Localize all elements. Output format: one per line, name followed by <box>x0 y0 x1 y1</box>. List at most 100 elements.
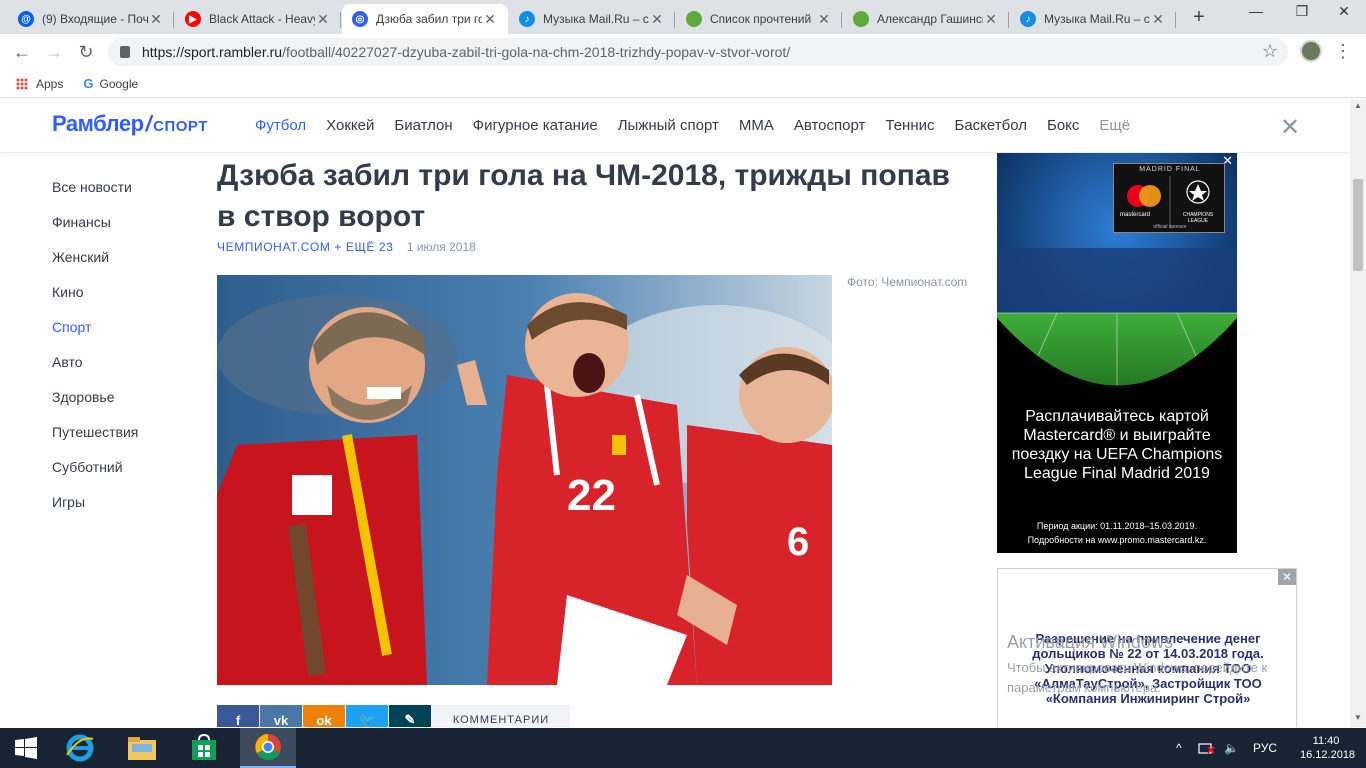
champions-league-label: CHAMPIONS LEAGUE <box>1182 212 1214 224</box>
network-icon[interactable] <box>1198 728 1216 768</box>
clock-date: 16.12.2018 <box>1300 749 1356 761</box>
nav-item[interactable]: Автоспорт <box>794 117 866 134</box>
tab-title: Музыка Mail.Ru – слушать <box>1044 12 1150 26</box>
store-icon[interactable] <box>178 728 230 768</box>
nav-item[interactable]: Фигурное катание <box>473 117 598 134</box>
language-indicator[interactable]: РУС <box>1253 728 1277 768</box>
web-page: Рамблер/СПОРТ Футбол Хоккей Биатлон Фигурно… <box>0 99 1350 727</box>
tab-close-icon[interactable]: ✕ <box>983 11 999 28</box>
address-bar[interactable]: https://sport.rambler.ru/football/402270… <box>108 38 1288 66</box>
article-meta: ЧЕМПИОНАТ.COM + ЕЩЁ 23 1 июля 2018 <box>217 240 476 254</box>
nav-item[interactable]: Хоккей <box>326 117 374 134</box>
comments-button[interactable]: КОММЕНТАРИИ <box>432 705 570 727</box>
mastercard-ad[interactable]: ✕ MADRID FINAL mastercard CHAMPIONS LEAG… <box>997 153 1237 553</box>
browser-tab[interactable]: @ (9) Входящие - Почта✕ <box>8 4 174 34</box>
article-source-link[interactable]: ЧЕМПИОНАТ.COM + ЕЩЁ 23 <box>217 240 393 254</box>
forward-arrow-icon[interactable]: → <box>42 40 66 64</box>
tab-separator <box>340 12 341 28</box>
tab-separator <box>173 12 174 28</box>
page-scrollbar[interactable]: ▲ ▼ <box>1350 99 1366 727</box>
profile-avatar[interactable] <box>1300 40 1322 62</box>
volume-icon[interactable]: 🔈 <box>1224 728 1239 768</box>
scrollbar-thumb[interactable] <box>1353 179 1363 271</box>
new-tab-button[interactable]: + <box>1186 6 1212 30</box>
nav-item[interactable]: Теннис <box>885 117 934 134</box>
windows-activation-title: Активация Windows <box>1007 632 1173 652</box>
tab-close-icon[interactable]: ✕ <box>816 11 832 28</box>
tab-separator <box>674 12 675 28</box>
browser-tab[interactable]: ♪ Музыка Mail.Ru – слушать✕ <box>1010 4 1176 34</box>
bookmark-google[interactable]: G Google <box>83 76 138 91</box>
sport-nav: Футбол Хоккей Биатлон Фигурное катание Лыжны… <box>255 117 1150 134</box>
nav-item[interactable]: Футбол <box>255 117 306 134</box>
article-date: 1 июля 2018 <box>406 240 476 254</box>
scroll-down-icon[interactable]: ▼ <box>1354 713 1362 722</box>
nav-item[interactable]: MMA <box>739 117 774 134</box>
nav-item[interactable]: Ещё <box>1099 117 1130 134</box>
bookmark-apps[interactable]: Apps <box>16 77 63 91</box>
tab-title: (9) Входящие - Почта <box>42 12 148 26</box>
bookmark-star-icon[interactable]: ☆ <box>1262 41 1278 62</box>
sponsor-badge: MADRID FINAL mastercard CHAMPIONS LEAGUE… <box>1113 163 1225 233</box>
browser-tab[interactable]: ♪ Музыка Mail.Ru – слушать✕ <box>509 4 675 34</box>
ad-close-icon[interactable]: ✕ <box>1278 569 1296 585</box>
browser-tab[interactable]: Список прочтений ✕ <box>676 4 842 34</box>
bookmark-label: Apps <box>36 76 64 91</box>
chrome-taskbar-icon[interactable] <box>240 728 296 768</box>
nav-item[interactable]: Бокс <box>1047 117 1079 134</box>
tab-favicon-icon <box>686 11 702 27</box>
browser-tab[interactable]: ◎ Дзюба забил три гола✕ <box>342 4 508 34</box>
tab-close-icon[interactable]: ✕ <box>315 11 331 28</box>
minimize-button[interactable]: — <box>1234 0 1278 24</box>
tab-favicon-icon <box>853 11 869 27</box>
reload-icon[interactable]: ↻ <box>74 40 98 64</box>
more-menu-icon[interactable]: ⋮ <box>1334 40 1352 62</box>
article-headline: Дзюба забил три гола на ЧМ-2018, трижды … <box>217 159 950 233</box>
tab-favicon-icon: ▶ <box>185 11 201 27</box>
sidebar-item[interactable]: Кино <box>52 284 138 319</box>
sidebar-item[interactable]: Все новости <box>52 179 138 214</box>
close-icon[interactable]: ✕ <box>1280 113 1300 142</box>
jersey-number-6: 6 <box>787 520 809 564</box>
sidebar-item[interactable]: Субботний <box>52 459 138 494</box>
back-arrow-icon[interactable]: ← <box>10 40 34 64</box>
twitter-share-icon[interactable]: 🐦 <box>346 705 388 727</box>
tab-close-icon[interactable]: ✕ <box>649 11 665 28</box>
nav-item[interactable]: Баскетбол <box>954 117 1027 134</box>
restore-button[interactable]: ❐ <box>1280 0 1324 24</box>
tab-title: Александр Гашинский <box>877 12 983 26</box>
close-window-button[interactable]: ✕ <box>1322 0 1366 24</box>
bookmarks-bar: Apps G Google <box>0 70 1366 98</box>
sidebar-item[interactable]: Здоровье <box>52 389 138 424</box>
share-bar: f vk ok 🐦 ✎ КОММЕНТАРИИ <box>217 705 570 727</box>
vk-share-icon[interactable]: vk <box>260 705 302 727</box>
browser-tab[interactable]: Александр Гашинский✕ <box>843 4 1009 34</box>
windows-start-icon[interactable] <box>0 728 52 768</box>
ok-share-icon[interactable]: ok <box>303 705 345 727</box>
lj-share-icon[interactable]: ✎ <box>389 705 431 727</box>
tab-close-icon[interactable]: ✕ <box>1150 11 1166 28</box>
tab-title: Black Attack - Heavy <box>209 12 315 26</box>
rambler-sport-logo[interactable]: Рамблер/СПОРТ <box>52 111 208 137</box>
tab-close-icon[interactable]: ✕ <box>482 11 498 28</box>
nav-item[interactable]: Лыжный спорт <box>618 117 719 134</box>
sidebar-item[interactable]: Спорт <box>52 319 138 354</box>
system-clock[interactable]: 11:40 16.12.2018 <box>1300 734 1356 762</box>
scroll-up-icon[interactable]: ▲ <box>1354 101 1362 110</box>
browser-tab[interactable]: ▶ Black Attack - Heavy ✕ <box>175 4 341 34</box>
file-explorer-icon[interactable] <box>116 728 168 768</box>
sidebar-item[interactable]: Авто <box>52 354 138 389</box>
url-text[interactable]: https://sport.rambler.ru/football/402270… <box>142 44 790 60</box>
browser-toolbar: ← → ↻ https://sport.rambler.ru/football/… <box>0 34 1366 70</box>
facebook-share-icon[interactable]: f <box>217 705 259 727</box>
sidebar-item[interactable]: Финансы <box>52 214 138 249</box>
sidebar-item[interactable]: Женский <box>52 249 138 284</box>
sidebar-item[interactable]: Путешествия <box>52 424 138 459</box>
tab-favicon-icon: ♪ <box>1020 11 1036 27</box>
tab-close-icon[interactable]: ✕ <box>148 11 164 28</box>
internet-explorer-icon[interactable] <box>54 728 106 768</box>
tray-chevron-icon[interactable]: ^ <box>1176 728 1182 768</box>
nav-item[interactable]: Биатлон <box>394 117 452 134</box>
site-header: Рамблер/СПОРТ Футбол Хоккей Биатлон Фигурно… <box>0 99 1350 153</box>
sidebar-item[interactable]: Игры <box>52 494 138 529</box>
